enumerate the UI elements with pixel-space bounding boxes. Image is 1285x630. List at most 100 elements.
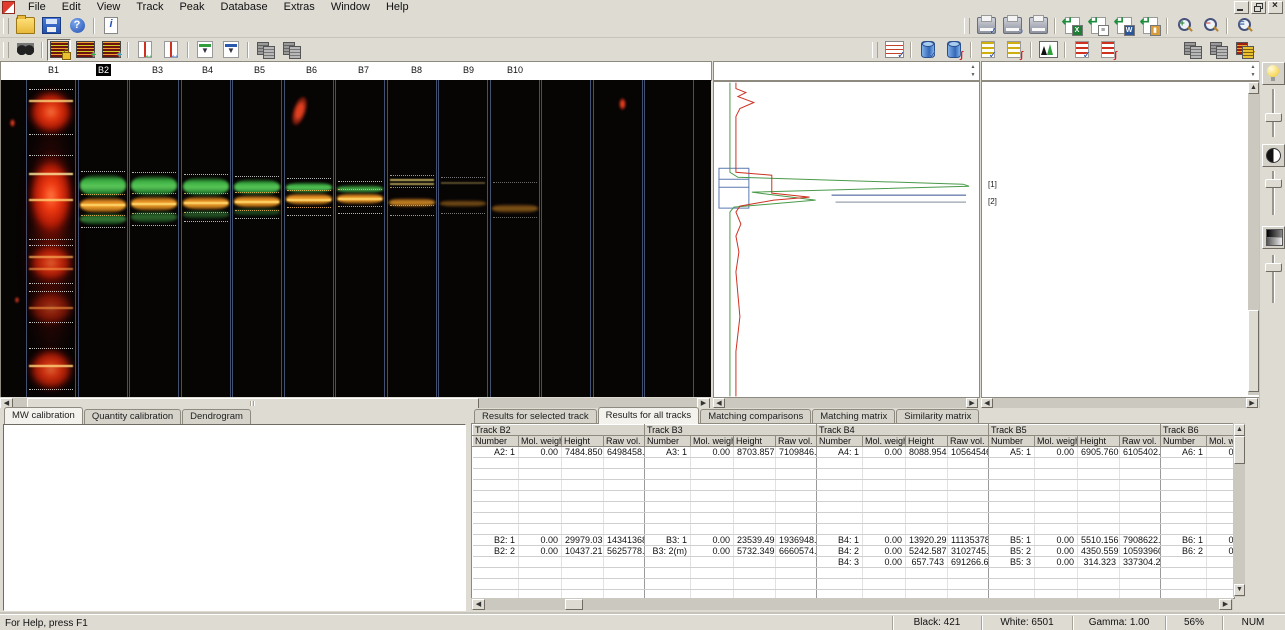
track-label-b7[interactable]: B7 <box>356 64 371 76</box>
export-excel-button[interactable]: X <box>1060 13 1084 37</box>
results-hscroll-thumb[interactable] <box>565 599 583 610</box>
table-row[interactable]: A2: 10.007484.8506498458.00A3: 10.008703… <box>472 446 1234 458</box>
tab-matching-comparisons[interactable]: Matching comparisons <box>700 409 812 424</box>
track-label-b9[interactable]: B9 <box>461 64 476 76</box>
menu-edit[interactable]: Edit <box>54 0 89 14</box>
track-label-b5[interactable]: B5 <box>252 64 267 76</box>
lane-left-button[interactable]: ↔ <box>133 39 157 61</box>
open-button[interactable] <box>13 15 37 37</box>
gamma-slider[interactable] <box>1262 255 1283 303</box>
menu-database[interactable]: Database <box>213 0 276 14</box>
scroll-up-icon[interactable]: ▲ <box>1234 424 1245 436</box>
contrast-button[interactable] <box>1262 144 1285 167</box>
menu-track[interactable]: Track <box>128 0 171 14</box>
save-button[interactable] <box>39 15 63 37</box>
print-preview-button[interactable]: ○ <box>1000 15 1024 37</box>
results-vscroll-thumb[interactable] <box>1234 436 1245 464</box>
bands-auto-button[interactable]: ✓ <box>882 39 906 61</box>
gamma-slider-handle[interactable] <box>1265 263 1282 272</box>
tab-matching-matrix[interactable]: Matching matrix <box>812 409 896 424</box>
tab-quantity-calibration[interactable]: Quantity calibration <box>83 409 182 424</box>
scroll-left-icon[interactable]: ◀ <box>713 398 725 408</box>
gel-lane-1[interactable] <box>26 80 76 397</box>
table-row[interactable] <box>472 457 1234 469</box>
band-marker-pane[interactable]: [1] [2] ▲ <box>981 81 1260 398</box>
menu-file[interactable]: File <box>20 0 54 14</box>
gel-lane-6[interactable] <box>283 80 334 397</box>
gel-edit-button[interactable] <box>47 38 71 61</box>
gel-lane-11[interactable] <box>541 80 591 397</box>
gel-lane-4[interactable] <box>180 80 231 397</box>
gel-lane-13[interactable] <box>644 80 694 397</box>
table-row[interactable] <box>472 468 1234 480</box>
mw-profile-button[interactable]: ∫ <box>1002 39 1026 61</box>
tab-similarity-matrix[interactable]: Similarity matrix <box>896 409 980 424</box>
track-label-b3[interactable]: B3 <box>150 64 165 76</box>
mw-calibrate-button[interactable]: ✓ <box>976 39 1000 61</box>
brightness-slider-handle[interactable] <box>1265 113 1282 122</box>
scroll-right-icon[interactable]: ▶ <box>1219 599 1232 610</box>
quantity-calibrate-button[interactable]: ✓ <box>916 39 940 61</box>
menu-view[interactable]: View <box>89 0 129 14</box>
lane-right-button[interactable]: ↔ <box>159 39 183 61</box>
gel-lane-7[interactable] <box>335 80 385 397</box>
table-row[interactable] <box>472 567 1234 579</box>
quantity-profile-button[interactable]: ∫ <box>942 39 966 61</box>
export-db-button[interactable]: ▮ <box>1138 13 1162 37</box>
scroll-left-icon[interactable]: ◀ <box>981 398 993 408</box>
track-label-b8[interactable]: B8 <box>409 64 424 76</box>
marker-vscroll-thumb[interactable] <box>1248 310 1259 392</box>
table-row[interactable]: B4: 30.00657.743691266.69B5: 30.00314.32… <box>472 556 1234 568</box>
spinner-icon[interactable]: ▲ ▼ <box>968 63 978 79</box>
contrast-slider-handle[interactable] <box>1265 179 1282 188</box>
gel-lane-5[interactable] <box>232 80 282 397</box>
brightness-slider[interactable] <box>1262 89 1283 137</box>
track-label-b2[interactable]: B2 <box>96 64 112 76</box>
table-row[interactable] <box>472 512 1234 524</box>
tab-dendrogram[interactable]: Dendrogram <box>182 409 251 424</box>
export-word-button[interactable]: W <box>1112 13 1136 37</box>
zoom-out-button[interactable]: − <box>1198 15 1222 37</box>
print-check-button[interactable]: ✓ <box>974 15 998 37</box>
calibration-content[interactable] <box>3 424 466 611</box>
close-button[interactable] <box>1268 0 1283 14</box>
scroll-right-icon[interactable]: ▶ <box>1246 398 1258 408</box>
gel-lane-10[interactable] <box>489 80 540 397</box>
spinner-icon[interactable]: ▲ ▼ <box>1248 63 1258 79</box>
track-label-b6[interactable]: B6 <box>304 64 319 76</box>
gel-add-button[interactable]: + <box>73 39 97 61</box>
marker-top-button[interactable] <box>193 39 217 61</box>
menu-window[interactable]: Window <box>323 0 378 14</box>
gel-image-view[interactable] <box>0 80 711 397</box>
contrast-slider[interactable] <box>1262 171 1283 215</box>
print-button[interactable] <box>1026 15 1050 37</box>
table-row[interactable]: B2: 10.0029979.03714341368.00B3: 10.0023… <box>472 534 1234 546</box>
gel-lane-12[interactable] <box>592 80 643 397</box>
gel-move-button[interactable]: + <box>99 39 123 61</box>
track-label-b4[interactable]: B4 <box>200 64 215 76</box>
gel-lane-8[interactable] <box>386 80 437 397</box>
scroll-up-icon[interactable]: ▲ <box>1248 82 1259 94</box>
scroll-down-icon[interactable]: ▼ <box>1234 584 1245 596</box>
restore-button[interactable] <box>1251 1 1266 14</box>
matrix-gray-2-button[interactable] <box>1206 39 1230 61</box>
help-button[interactable] <box>65 15 89 37</box>
zoom-100-button[interactable]: ≡ <box>1232 15 1256 37</box>
table-row[interactable] <box>472 501 1234 513</box>
about-button[interactable] <box>99 15 123 37</box>
menu-peak[interactable]: Peak <box>171 0 212 14</box>
pair-b-button[interactable] <box>279 39 303 61</box>
table-row[interactable] <box>472 490 1234 502</box>
table-row[interactable] <box>472 523 1234 535</box>
minimize-button[interactable] <box>1234 1 1249 14</box>
tab-results-all-tracks[interactable]: Results for all tracks <box>597 407 700 424</box>
band-calibrate-button[interactable]: ✓ <box>1070 39 1094 61</box>
gel-lane-3[interactable] <box>129 80 179 397</box>
menu-help[interactable]: Help <box>378 0 417 14</box>
track-label-b1[interactable]: B1 <box>46 64 61 76</box>
export-report-button[interactable]: ≡ <box>1086 13 1110 37</box>
tab-mw-calibration[interactable]: MW calibration <box>4 407 83 424</box>
table-row[interactable] <box>472 479 1234 491</box>
matrix-gray-1-button[interactable] <box>1180 39 1204 61</box>
matrix-color-button[interactable]: Y <box>1232 39 1256 61</box>
